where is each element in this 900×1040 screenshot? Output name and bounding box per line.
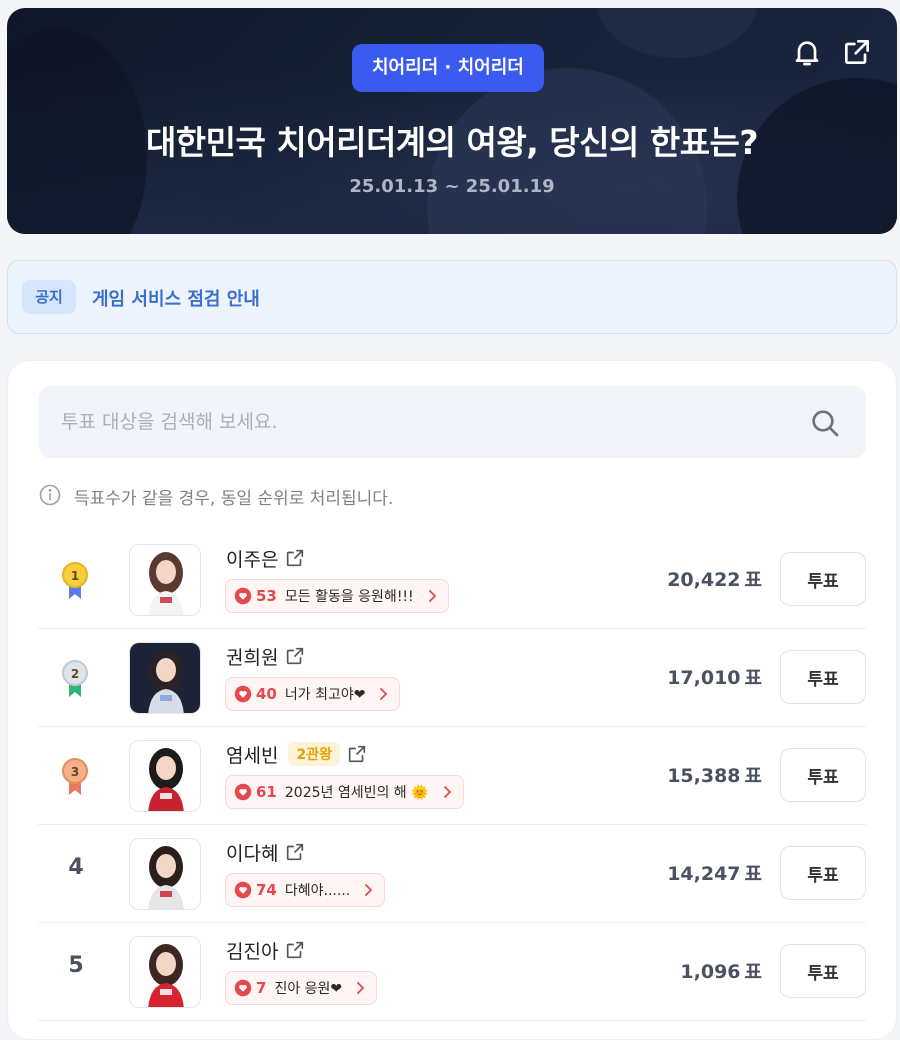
candidate-name-line: 이주은 <box>226 545 306 571</box>
cheer-message-chip[interactable]: 7 진아 응원❤ <box>225 971 378 1005</box>
avatar[interactable] <box>129 740 201 812</box>
chevron-right-icon <box>357 982 365 994</box>
vote-unit: 표 <box>744 961 762 983</box>
cheer-count: 40 <box>256 685 277 703</box>
vote-unit: 표 <box>744 765 762 787</box>
vote-button[interactable]: 투표 <box>780 552 866 606</box>
candidate-row: 5 김진아 7 진아 응원❤ 1,096 표 투표 <box>38 923 866 1021</box>
info-text: 득표수가 같을 경우, 동일 순위로 처리됩니다. <box>74 489 394 509</box>
share-icon[interactable] <box>841 36 873 68</box>
vote-unit: 표 <box>744 863 762 885</box>
avatar[interactable] <box>129 544 201 616</box>
external-link-icon[interactable] <box>284 939 306 961</box>
rank-medal-icon: 3 <box>62 758 88 795</box>
vote-count-value: 20,422 <box>667 569 741 591</box>
vote-unit: 표 <box>744 569 762 591</box>
cheer-count: 53 <box>256 587 277 605</box>
page-title: 대한민국 치어리더계의 여왕, 당신의 한표는? <box>145 123 759 162</box>
vote-count: 1,096 표 <box>680 957 762 984</box>
external-link-icon[interactable] <box>284 841 306 863</box>
cheer-message: 너가 최고야❤ <box>284 687 366 703</box>
ranking-card: 득표수가 같을 경우, 동일 순위로 처리됩니다. 1 이주은 <box>7 360 897 1040</box>
notice-banner[interactable]: 공지 게임 서비스 점검 안내 <box>7 260 897 334</box>
candidate-row: 4 이다혜 74 다혜야...... 14,247 표 투표 <box>38 825 866 923</box>
vote-count-value: 15,388 <box>667 765 741 787</box>
external-link-icon[interactable] <box>346 743 368 765</box>
vote-period: 25.01.13 ~ 25.01.19 <box>349 176 555 197</box>
candidate-name-line: 김진아 <box>226 937 306 963</box>
cheer-message: 2025년 염세빈의 해 🌞 <box>284 785 429 801</box>
rank-number: 5 <box>68 953 84 978</box>
rank-medal-icon: 2 <box>62 660 88 697</box>
cheer-message-chip[interactable]: 40 너가 최고야❤ <box>225 677 401 711</box>
cheer-message: 다혜야...... <box>284 883 351 899</box>
external-link-icon[interactable] <box>284 547 306 569</box>
candidate-name-line: 이다혜 <box>226 839 306 865</box>
search-bar <box>39 386 866 458</box>
rank-medal-icon: 1 <box>62 562 88 599</box>
cheer-message-chip[interactable]: 61 2025년 염세빈의 해 🌞 <box>225 775 464 809</box>
header-decoration <box>597 8 757 58</box>
vote-unit: 표 <box>744 667 762 689</box>
heart-icon <box>234 783 252 801</box>
candidate-name[interactable]: 김진아 <box>226 937 278 964</box>
candidate-name-line: 권희원 <box>226 643 306 669</box>
vote-count: 14,247 표 <box>667 859 762 886</box>
event-header: 치어리더 · 치어리더 대한민국 치어리더계의 여왕, 당신의 한표는? 25.… <box>7 8 897 234</box>
avatar[interactable] <box>129 838 201 910</box>
cheer-count: 7 <box>256 979 267 997</box>
rank-number: 4 <box>68 855 84 880</box>
cheer-count: 61 <box>256 783 277 801</box>
info-icon <box>39 484 61 506</box>
candidate-name[interactable]: 이다혜 <box>226 839 278 866</box>
vote-count-value: 17,010 <box>667 667 741 689</box>
rank-number: 2 <box>71 667 79 681</box>
candidate-row: 3 염세빈 2관왕 61 2025년 염세빈의 해 🌞 15,388 표 투표 <box>38 727 866 825</box>
chevron-right-icon <box>365 884 373 896</box>
external-link-icon[interactable] <box>284 645 306 667</box>
candidate-row: 2 권희원 40 너가 최고야❤ 17,010 표 투표 <box>38 629 866 727</box>
cheer-message: 모든 활동을 응원해!!! <box>284 589 414 605</box>
chevron-right-icon <box>380 688 388 700</box>
notice-text[interactable]: 게임 서비스 점검 안내 <box>92 285 260 311</box>
heart-icon <box>234 685 252 703</box>
vote-count-value: 14,247 <box>667 863 741 885</box>
bell-icon[interactable] <box>791 36 823 68</box>
heart-icon <box>234 979 252 997</box>
candidate-name-line: 염세빈 2관왕 <box>226 741 368 767</box>
heart-icon <box>234 587 252 605</box>
cheer-message-chip[interactable]: 74 다혜야...... <box>225 873 386 907</box>
notice-tag: 공지 <box>22 280 76 314</box>
title-badge: 2관왕 <box>288 742 340 766</box>
avatar[interactable] <box>129 936 201 1008</box>
candidate-name[interactable]: 이주은 <box>226 545 278 572</box>
cheer-message: 진아 응원❤ <box>274 981 343 997</box>
vote-button[interactable]: 투표 <box>780 944 866 998</box>
search-input[interactable] <box>61 386 781 458</box>
vote-count: 15,388 표 <box>667 761 762 788</box>
vote-button[interactable]: 투표 <box>780 650 866 704</box>
vote-count: 20,422 표 <box>667 565 762 592</box>
avatar[interactable] <box>129 642 201 714</box>
chevron-right-icon <box>428 590 436 602</box>
rank-number: 3 <box>71 765 79 779</box>
cheer-count: 74 <box>256 881 277 899</box>
cheer-message-chip[interactable]: 53 모든 활동을 응원해!!! <box>225 579 449 613</box>
vote-count: 17,010 표 <box>667 663 762 690</box>
heart-icon <box>234 881 252 899</box>
candidate-name[interactable]: 권희원 <box>226 643 278 670</box>
candidate-row: 1 이주은 53 모든 활동을 응원해!!! 20,422 표 투표 <box>38 531 866 629</box>
rank-number: 1 <box>71 569 79 583</box>
vote-count-value: 1,096 <box>680 961 741 983</box>
candidate-name[interactable]: 염세빈 <box>226 741 278 768</box>
category-badge: 치어리더 · 치어리더 <box>352 44 544 92</box>
ranking-list: 1 이주은 53 모든 활동을 응원해!!! 20,422 표 투표 2 권희원… <box>38 531 866 1021</box>
vote-button[interactable]: 투표 <box>780 846 866 900</box>
vote-button[interactable]: 투표 <box>780 748 866 802</box>
chevron-right-icon <box>443 786 451 798</box>
search-icon[interactable] <box>809 407 841 439</box>
